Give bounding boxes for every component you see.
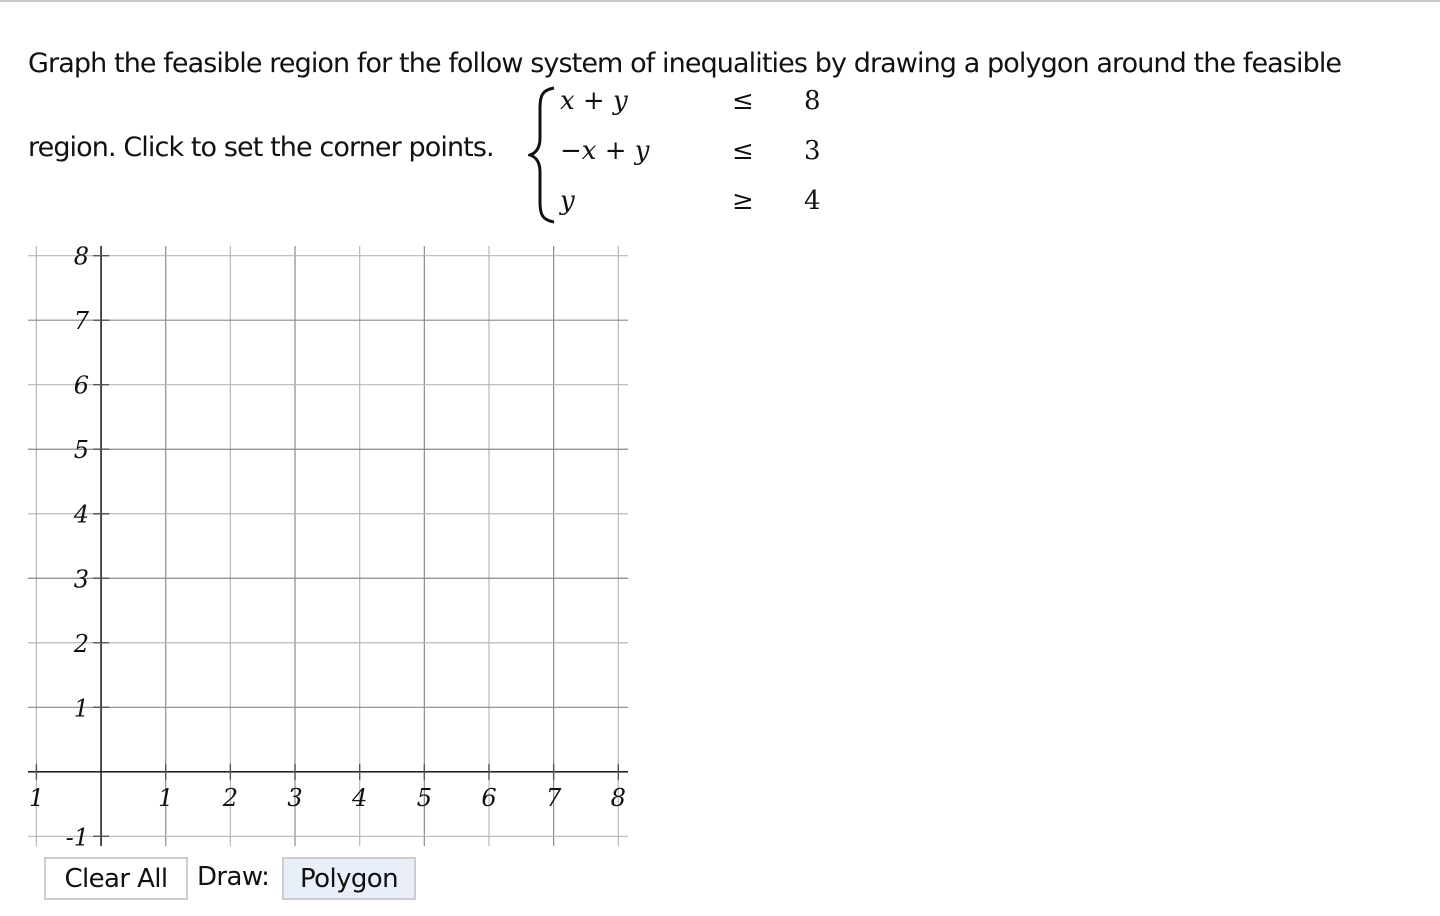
inequality-lhs: x + y	[560, 86, 628, 116]
inequality-rhs: 4	[804, 186, 821, 216]
grid	[28, 246, 628, 846]
tick-labels: -1 1 2 3 4 5 6 7 8 -1 1 2 3 4 5 6 7 8	[28, 246, 626, 846]
inequality-relation: ≤	[732, 86, 754, 116]
y-tick-label: 1	[74, 694, 89, 722]
y-tick-label: -1	[66, 823, 89, 846]
x-tick-label: 1	[158, 784, 173, 812]
top-border	[0, 0, 1440, 2]
y-tick-label: 4	[73, 501, 89, 529]
draw-polygon-button[interactable]: Polygon	[282, 857, 416, 900]
inequality-row: x + y ≤ 8	[560, 86, 821, 126]
x-tick-label: 4	[351, 784, 367, 812]
y-tick-label: 2	[73, 630, 89, 658]
x-tick-label: 7	[546, 784, 562, 812]
x-tick-label: 5	[417, 784, 432, 812]
x-tick-label: -1	[28, 784, 44, 812]
question-text-line2: region. Click to set the corner points.	[28, 132, 495, 163]
y-tick-label: 6	[74, 372, 89, 400]
inequality-rhs: 3	[804, 136, 821, 166]
draw-label: Draw:	[197, 862, 270, 892]
graph-canvas[interactable]: -1 1 2 3 4 5 6 7 8 -1 1 2 3 4 5 6 7 8	[28, 246, 628, 846]
x-tick-label: 8	[611, 784, 626, 812]
left-brace-icon	[528, 86, 555, 224]
question-text-line1: Graph the feasible region for the follow…	[28, 48, 1342, 79]
inequality-rhs: 8	[804, 86, 821, 116]
inequality-lhs: −x + y	[560, 136, 650, 166]
axes	[28, 246, 628, 846]
y-tick-label: 8	[74, 246, 89, 271]
y-tick-label: 5	[74, 436, 89, 464]
x-tick-label: 2	[222, 784, 238, 812]
inequality-lhs: y	[560, 186, 575, 216]
inequality-row: y ≥ 4	[560, 186, 821, 226]
inequality-row: −x + y ≤ 3	[560, 136, 821, 176]
inequality-relation: ≤	[732, 136, 754, 166]
inequality-relation: ≥	[732, 186, 754, 216]
y-tick-label: 7	[74, 307, 90, 335]
x-tick-label: 6	[481, 784, 496, 812]
inequality-system: x + y ≤ 8 −x + y ≤ 3 y ≥ 4	[528, 86, 821, 224]
x-tick-label: 3	[287, 784, 302, 812]
y-tick-label: 3	[74, 565, 89, 593]
clear-all-button[interactable]: Clear All	[44, 857, 188, 900]
